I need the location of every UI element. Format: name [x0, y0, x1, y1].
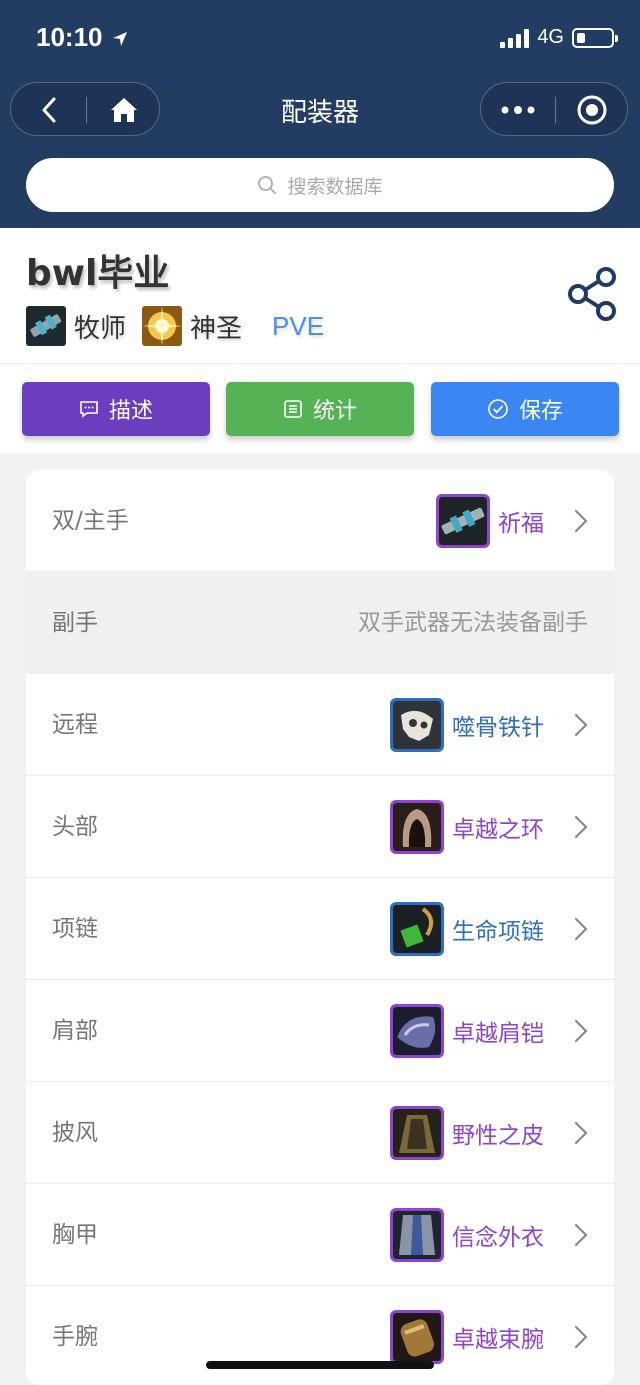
share-button[interactable]: [566, 266, 618, 326]
necklace-icon: [390, 902, 444, 956]
location-arrow-icon: [112, 32, 127, 47]
comment-icon: [80, 401, 98, 418]
item-name: 生命项链: [452, 919, 544, 945]
item-name: 野性之皮: [452, 1123, 544, 1149]
chevron-right-icon: [574, 1121, 588, 1145]
slot-row-chest[interactable]: 胸甲 信念外衣: [26, 1184, 614, 1286]
slot-label: 远程: [52, 712, 98, 738]
action-bar: 描述 统计 保存: [0, 364, 640, 454]
stats-button[interactable]: 统计: [226, 382, 414, 436]
build-name: bwl毕业: [26, 253, 170, 294]
robe-icon: [390, 1208, 444, 1262]
search-placeholder: 搜索数据库: [287, 175, 383, 198]
chevron-right-icon: [574, 917, 588, 941]
bracer-icon: [390, 1310, 444, 1364]
status-time: 10:10: [36, 22, 128, 53]
signal-icon: [500, 28, 530, 48]
slot-row-wrist[interactable]: 手腕 卓越束腕: [26, 1286, 614, 1385]
battery-icon: [572, 27, 618, 48]
home-indicator: [206, 1361, 434, 1369]
slot-label: 手腕: [52, 1324, 98, 1350]
slot-row-shoulder[interactable]: 肩部 卓越肩铠: [26, 980, 614, 1082]
slot-label: 头部: [52, 814, 98, 840]
item-name: 卓越束腕: [452, 1327, 544, 1353]
slot-label: 肩部: [52, 1018, 98, 1044]
cloak-icon: [390, 1106, 444, 1160]
hood-icon: [390, 800, 444, 854]
target-close-icon: [577, 95, 607, 125]
equipment-list: 双/主手 祈福 副手 双手武器无法装备副手 远程 噬骨铁针 头部 卓越之环 项链…: [26, 470, 614, 1385]
slot-label: 披风: [52, 1120, 98, 1146]
slot-row-back[interactable]: 披风 野性之皮: [26, 1082, 614, 1184]
class-label: 牧师: [74, 313, 127, 344]
slot-label: 双/主手: [52, 508, 129, 534]
staff-icon: [436, 494, 490, 548]
network-type: 4G: [537, 26, 564, 48]
item-name: 信念外衣: [452, 1225, 544, 1251]
more-button[interactable]: [481, 83, 555, 137]
spec-label: 神圣: [190, 313, 243, 344]
slot-row-head[interactable]: 头部 卓越之环: [26, 776, 614, 878]
slot-row-main-hand[interactable]: 双/主手 祈福: [26, 470, 614, 572]
item-name: 噬骨铁针: [452, 715, 544, 741]
slot-label: 副手: [52, 610, 98, 636]
chevron-right-icon: [574, 815, 588, 839]
slot-label: 项链: [52, 916, 98, 942]
status-bar: 10:10 4G: [0, 0, 640, 80]
describe-button[interactable]: 描述: [22, 382, 210, 436]
close-miniprogram-button[interactable]: [555, 83, 629, 137]
off-hand-disabled-text: 双手武器无法装备副手: [358, 610, 588, 636]
mode-label: PVE: [272, 310, 325, 341]
check-circle-icon: [488, 399, 508, 419]
chevron-right-icon: [574, 1325, 588, 1349]
chevron-right-icon: [574, 1223, 588, 1247]
build-tags: 牧师 神圣 PVE: [26, 306, 324, 346]
search-icon: [258, 176, 277, 194]
chevron-right-icon: [574, 713, 588, 737]
slot-label: 胸甲: [52, 1222, 98, 1248]
search-input[interactable]: 搜索数据库: [26, 158, 614, 212]
slot-row-ranged[interactable]: 远程 噬骨铁针: [26, 674, 614, 776]
item-name: 卓越之环: [452, 817, 544, 843]
share-icon: [568, 267, 616, 321]
shoulder-icon: [390, 1004, 444, 1058]
holy-spec-icon: [142, 306, 183, 346]
nav-capsule-right: [480, 82, 628, 136]
item-name: 祈福: [498, 511, 544, 537]
header: 10:10 4G 配装器 搜索数据库: [0, 0, 640, 228]
build-profile: bwl毕业 牧师 神圣 PVE: [0, 228, 640, 364]
save-button[interactable]: 保存: [431, 382, 619, 436]
chevron-right-icon: [574, 1019, 588, 1043]
slot-row-neck[interactable]: 项链 生命项链: [26, 878, 614, 980]
more-dots-icon: [501, 106, 535, 114]
list-doc-icon: [284, 400, 302, 418]
slot-row-off-hand: 副手 双手武器无法装备副手: [26, 572, 614, 674]
priest-class-icon: [26, 306, 66, 346]
item-name: 卓越肩铠: [452, 1021, 544, 1047]
skull-wand-icon: [390, 698, 444, 752]
chevron-right-icon: [574, 509, 588, 533]
